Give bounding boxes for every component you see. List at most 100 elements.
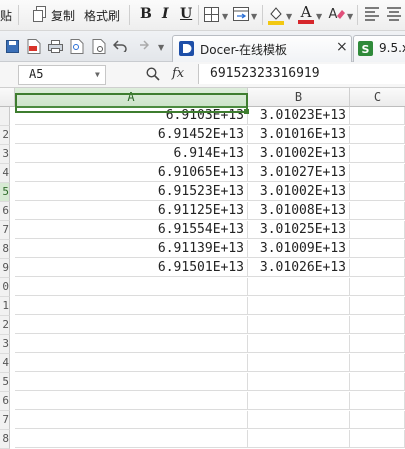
cell-c[interactable] [350, 278, 405, 296]
cell-c[interactable] [350, 145, 405, 163]
document-icon[interactable] [92, 39, 106, 57]
cell-b[interactable] [248, 392, 350, 410]
cell-a[interactable] [15, 354, 248, 372]
merge-cells-icon[interactable] [233, 6, 249, 25]
cell-a[interactable]: 6.91452E+13 [15, 126, 248, 144]
cell-b[interactable]: 3.01002E+13 [248, 145, 350, 163]
cell-b[interactable]: 3.01008E+13 [248, 202, 350, 220]
cell-c[interactable] [350, 430, 405, 448]
cell-c[interactable] [350, 297, 405, 315]
cell-b[interactable] [248, 278, 350, 296]
chevron-down-icon[interactable]: ▼ [286, 12, 292, 21]
function-button[interactable]: fx [172, 66, 184, 81]
cell-c[interactable] [350, 164, 405, 182]
chevron-down-icon[interactable]: ▼ [347, 12, 353, 21]
chevron-down-icon[interactable]: ▼ [251, 12, 257, 21]
undo-icon[interactable] [112, 40, 127, 55]
format-painter-button[interactable]: 格式刷 [84, 7, 120, 24]
cell-c[interactable] [350, 411, 405, 429]
cell-c[interactable] [350, 202, 405, 220]
copy-icon[interactable] [33, 6, 47, 25]
close-icon[interactable]: × [336, 39, 348, 55]
cell-b[interactable] [248, 316, 350, 334]
print-preview-icon[interactable] [70, 39, 84, 57]
cell-a[interactable]: 6.914E+13 [15, 145, 248, 163]
cell-b[interactable]: 3.01025E+13 [248, 221, 350, 239]
chevron-down-icon[interactable]: ▼ [222, 12, 228, 21]
cell-b[interactable]: 3.01023E+13 [248, 107, 350, 125]
cell-b[interactable] [248, 411, 350, 429]
row-header[interactable]: 2 [0, 316, 10, 335]
fill-handle[interactable] [244, 109, 249, 114]
cell-a[interactable]: 6.91125E+13 [15, 202, 248, 220]
row-header[interactable]: 5 [0, 373, 10, 392]
column-header-c[interactable]: C [350, 88, 405, 107]
column-header-b[interactable]: B [248, 88, 350, 107]
cell-c[interactable] [350, 373, 405, 391]
underline-button[interactable]: U [180, 6, 192, 22]
cell-a[interactable] [15, 373, 248, 391]
tab-workbook[interactable]: S 9.5.x [353, 35, 405, 62]
cell-a[interactable]: 6.91523E+13 [15, 183, 248, 201]
cell-c[interactable] [350, 259, 405, 277]
row-header[interactable]: 0 [0, 278, 10, 297]
cell-a[interactable] [15, 335, 248, 353]
tab-docer[interactable]: Docer-在线模板 × [172, 35, 352, 62]
cell-c[interactable] [350, 354, 405, 372]
spreadsheet-grid[interactable]: A B C 6.9103E+13 3.01023E+13 2 6.91452E+13 3… [0, 88, 405, 449]
borders-icon[interactable] [204, 7, 219, 25]
cell-b[interactable] [248, 354, 350, 372]
cell-c[interactable] [350, 316, 405, 334]
cell-b[interactable]: 3.01026E+13 [248, 259, 350, 277]
chevron-down-icon[interactable]: ▼ [95, 70, 100, 79]
bold-button[interactable]: B [140, 6, 152, 22]
row-header[interactable]: 8 [0, 240, 10, 259]
cell-a[interactable] [15, 392, 248, 410]
align-left-icon[interactable] [364, 7, 380, 25]
row-header[interactable]: 3 [0, 145, 10, 164]
cell-c[interactable] [350, 392, 405, 410]
column-header-a[interactable]: A [15, 88, 248, 108]
chevron-down-icon[interactable]: ▼ [158, 43, 164, 52]
cell-b[interactable] [248, 430, 350, 448]
cell-c[interactable] [350, 107, 405, 125]
paste-button[interactable]: 贴 [0, 7, 12, 24]
row-header[interactable]: 2 [0, 126, 10, 145]
cell-b[interactable] [248, 373, 350, 391]
row-header[interactable]: 7 [0, 411, 10, 430]
print-icon[interactable] [48, 40, 63, 56]
fill-color-icon[interactable] [268, 5, 284, 28]
cell-b[interactable] [248, 297, 350, 315]
cell-a[interactable] [15, 316, 248, 334]
cell-b[interactable]: 3.01016E+13 [248, 126, 350, 144]
chevron-down-icon[interactable]: ▼ [316, 12, 322, 21]
row-header[interactable]: 9 [0, 259, 10, 278]
row-header[interactable]: 4 [0, 354, 10, 373]
cell-a[interactable]: 6.91501E+13 [15, 259, 248, 277]
cell-a[interactable] [15, 411, 248, 429]
save-icon[interactable] [6, 40, 19, 56]
cell-b[interactable] [248, 335, 350, 353]
row-header[interactable]: 1 [0, 297, 10, 316]
cell-a[interactable]: 6.9103E+13 [15, 107, 248, 125]
cell-c[interactable] [350, 221, 405, 239]
cell-a[interactable]: 6.91065E+13 [15, 164, 248, 182]
font-color-icon[interactable]: A [298, 3, 314, 28]
row-header[interactable]: 6 [0, 202, 10, 221]
row-header[interactable]: 7 [0, 221, 10, 240]
row-header[interactable] [0, 107, 10, 126]
italic-button[interactable]: I [162, 6, 169, 22]
row-header[interactable]: 3 [0, 335, 10, 354]
cell-c[interactable] [350, 183, 405, 201]
cell-a[interactable] [15, 297, 248, 315]
formula-input[interactable]: 69152323316919 [198, 64, 405, 84]
row-header[interactable]: 4 [0, 164, 10, 183]
cell-c[interactable] [350, 240, 405, 258]
cell-b[interactable]: 3.01027E+13 [248, 164, 350, 182]
align-center-icon[interactable] [386, 7, 402, 25]
cell-c[interactable] [350, 335, 405, 353]
cell-a[interactable]: 6.91554E+13 [15, 221, 248, 239]
row-header[interactable]: 6 [0, 392, 10, 411]
cell-a[interactable] [15, 430, 248, 448]
export-pdf-icon[interactable] [27, 39, 41, 57]
